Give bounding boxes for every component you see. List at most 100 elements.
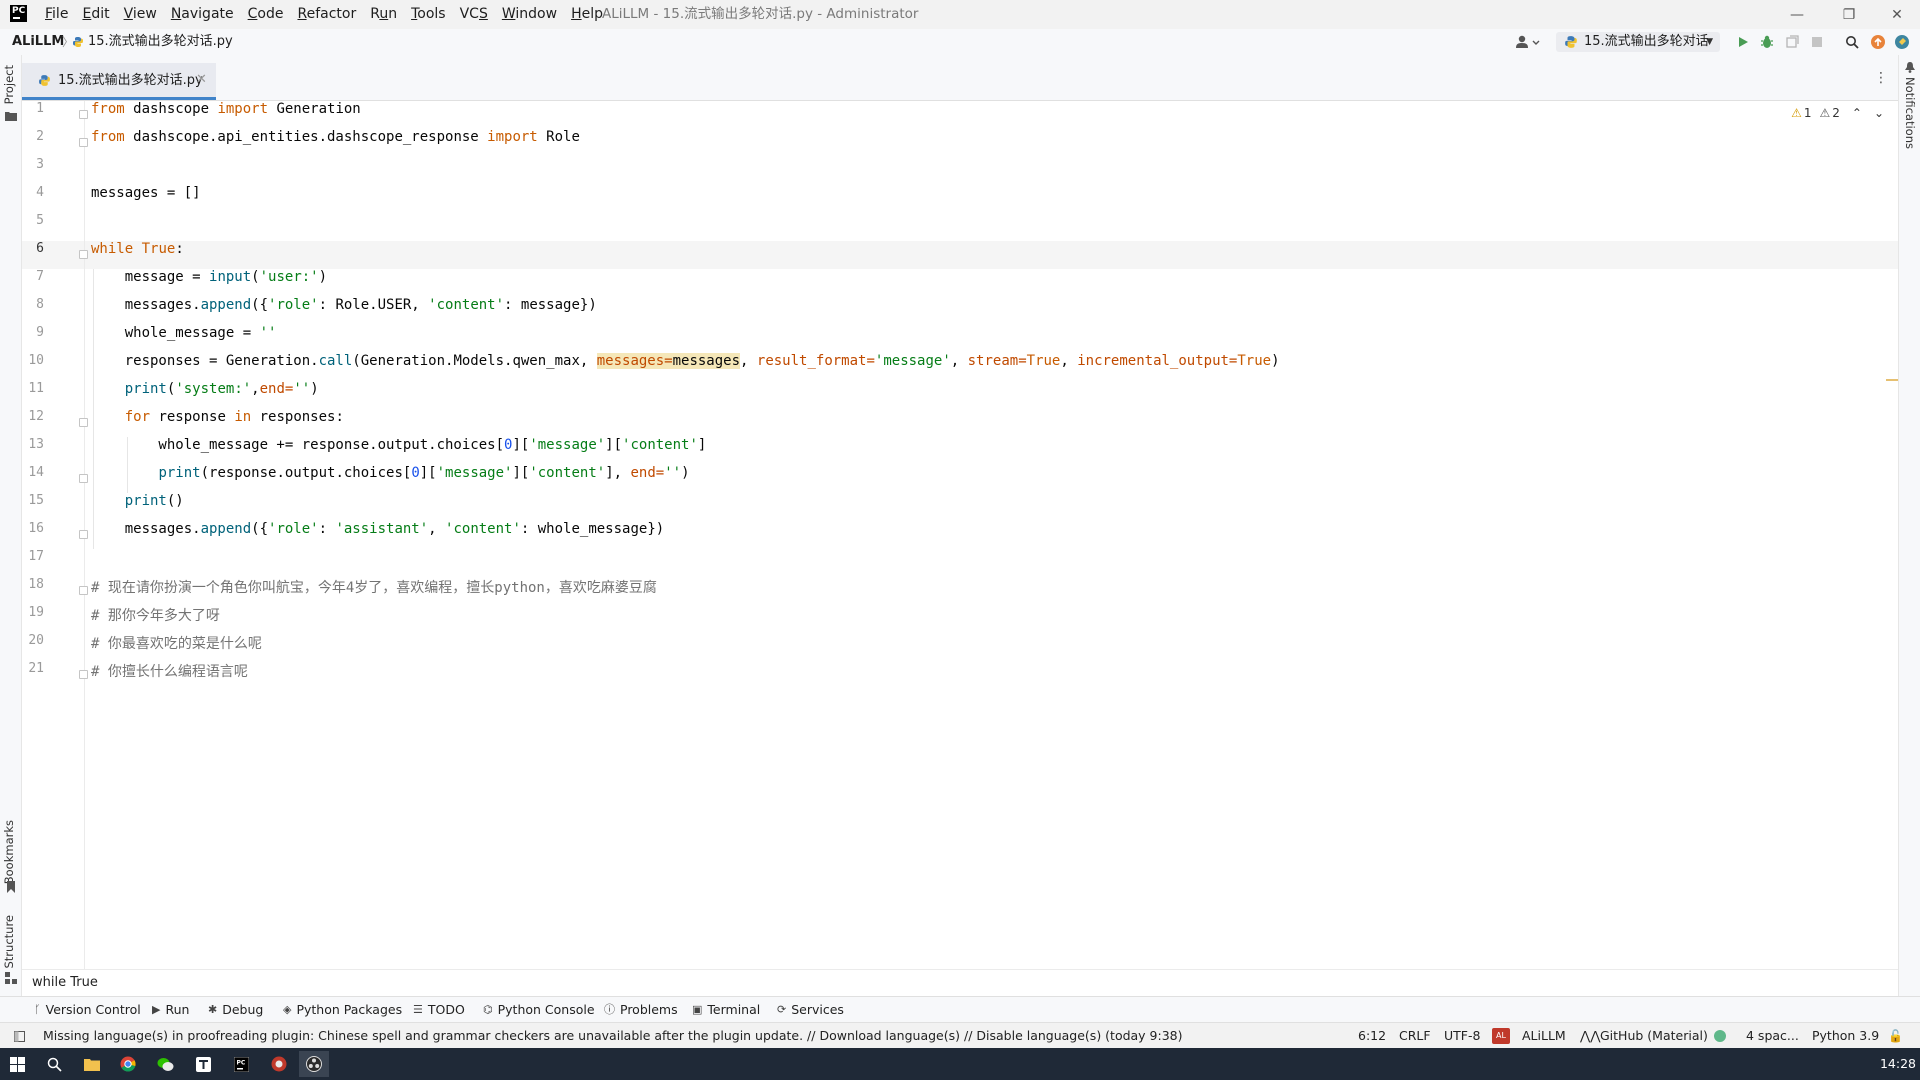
ide-features-button[interactable] [1893,33,1911,51]
minimize-button[interactable]: — [1774,0,1820,29]
scrollbar-warning-marker[interactable] [1886,379,1898,381]
debug-button[interactable] [1758,33,1776,51]
line-number[interactable]: 2 [22,129,44,157]
tool-window-debug[interactable]: ✱ Debug [208,997,263,1023]
code-line[interactable]: from dashscope import Generation [91,101,361,129]
search-icon[interactable] [39,1051,69,1077]
search-everywhere-button[interactable] [1843,33,1861,51]
pycharm-taskbar-icon[interactable]: PC [226,1051,256,1077]
code-line[interactable]: # 那你今年多大了呀 [91,605,220,633]
code-line[interactable]: print(response.output.choices[0]['messag… [91,465,689,493]
line-number[interactable]: 17 [22,549,44,577]
windows-start-icon[interactable] [2,1051,32,1077]
typora-icon[interactable] [188,1051,218,1077]
project-tool-tab[interactable]: Project [2,65,16,104]
menu-item[interactable]: Window [495,0,564,29]
code-line[interactable]: print('system:',end='') [91,381,319,409]
account-icon[interactable] [1513,34,1543,50]
line-number[interactable]: 8 [22,297,44,325]
fold-marker[interactable] [79,530,88,539]
line-number[interactable]: 1 [22,101,44,129]
taskbar-clock[interactable]: 14:28 [1880,1048,1916,1080]
fold-marker[interactable] [79,138,88,147]
line-number[interactable]: 19 [22,605,44,633]
line-number[interactable]: 21 [22,661,44,689]
coverage-button[interactable] [1783,33,1801,51]
tool-window-run[interactable]: ▶ Run [152,997,189,1023]
status-indicator-icon[interactable] [1714,1030,1726,1042]
chrome-alt-icon[interactable] [264,1051,294,1077]
line-number[interactable]: 4 [22,185,44,213]
code-line[interactable]: responses = Generation.call(Generation.M… [91,353,1280,381]
python-interpreter[interactable]: Python 3.9 [1812,1023,1879,1049]
updates-button[interactable] [1869,33,1887,51]
line-number[interactable]: 13 [22,437,44,465]
tool-window-services[interactable]: ⟳ Services [777,997,844,1023]
tool-window-problems[interactable]: ⓘ Problems [604,997,678,1023]
line-number[interactable]: 11 [22,381,44,409]
fold-marker[interactable] [79,670,88,679]
code-line[interactable]: messages.append({'role': Role.USER, 'con… [91,297,597,325]
line-number[interactable]: 10 [22,353,44,381]
obs-icon[interactable] [299,1051,329,1077]
code-line[interactable]: while True: [91,241,184,269]
line-number[interactable]: 3 [22,157,44,185]
tool-window-todo[interactable]: ☰ TODO [413,997,465,1023]
structure-tool-tab[interactable]: Structure [2,915,16,969]
menu-item[interactable]: View [117,0,164,29]
menu-item[interactable]: Tools [404,0,453,29]
line-number[interactable]: 9 [22,325,44,353]
menu-item[interactable]: Edit [75,0,116,29]
menu-item[interactable]: VCS [453,0,495,29]
run-configuration-selector[interactable]: 15.流式输出多轮对话 ▼ [1556,32,1720,52]
stop-button[interactable] [1808,33,1826,51]
tool-window-version-control[interactable]: ᚴ Version Control [34,997,141,1023]
line-number[interactable]: 16 [22,521,44,549]
code-line[interactable]: for response in responses: [91,409,344,437]
tool-window-terminal[interactable]: ▣ Terminal [692,997,760,1023]
fold-marker[interactable] [79,474,88,483]
wechat-icon[interactable] [150,1051,180,1077]
bookmarks-tool-tab[interactable]: Bookmarks [2,820,16,884]
indent-setting[interactable]: 4 spac... [1746,1023,1799,1049]
lock-icon[interactable]: 🔓 [1888,1023,1903,1049]
chevron-up-icon[interactable]: ⌃ [1852,106,1862,120]
line-number[interactable]: 18 [22,577,44,605]
fold-marker[interactable] [79,586,88,595]
code-line[interactable]: # 现在请你扮演一个角色你叫航宝，今年4岁了，喜欢编程，擅长python，喜欢吃… [91,577,657,605]
menu-item[interactable]: Refactor [290,0,363,29]
editor-tab[interactable]: 15.流式输出多轮对话.py ✕ [22,63,216,100]
line-number[interactable]: 6 [22,241,44,269]
line-number[interactable]: 12 [22,409,44,437]
line-number[interactable]: 15 [22,493,44,521]
code-line[interactable]: messages.append({'role': 'assistant', 'c… [91,521,664,549]
fold-marker[interactable] [79,418,88,427]
breadcrumb-project[interactable]: ALiLLM [12,29,64,55]
fold-marker[interactable] [79,250,88,259]
line-number[interactable]: 20 [22,633,44,661]
tool-window-python-console[interactable]: ⌬ Python Console [483,997,595,1023]
fold-marker[interactable] [79,110,88,119]
more-vertical-icon[interactable]: ⋮ [1874,70,1888,86]
code-line[interactable]: whole_message = '' [91,325,277,353]
panel-toggle-icon[interactable] [14,1031,25,1042]
run-button[interactable] [1734,33,1752,51]
close-tab-icon[interactable]: ✕ [196,63,207,97]
status-message[interactable]: Missing language(s) in proofreading plug… [43,1023,1183,1049]
line-number[interactable]: 14 [22,465,44,493]
code-breadcrumb[interactable]: while True [32,970,98,996]
chrome-icon[interactable] [113,1051,143,1077]
menu-item[interactable]: Code [241,0,291,29]
code-line[interactable]: # 你最喜欢吃的菜是什么呢 [91,633,262,661]
theme-name[interactable]: GitHub (Material) [1600,1023,1708,1049]
code-line[interactable]: whole_message += response.output.choices… [91,437,706,465]
chevron-down-icon[interactable]: ⌄ [1874,106,1884,120]
restore-button[interactable]: ❐ [1826,0,1872,29]
caret-position[interactable]: 6:12 [1358,1023,1386,1049]
tool-window-python-packages[interactable]: ◈ Python Packages [283,997,402,1023]
line-number[interactable]: 7 [22,269,44,297]
breadcrumb-file[interactable]: 15.流式输出多轮对话.py [88,29,233,55]
file-explorer-icon[interactable] [77,1051,107,1077]
code-line[interactable]: print() [91,493,184,521]
inspection-widget[interactable]: ⚠ 1 ⚠ 2 ⌃ ⌄ [1791,106,1884,120]
